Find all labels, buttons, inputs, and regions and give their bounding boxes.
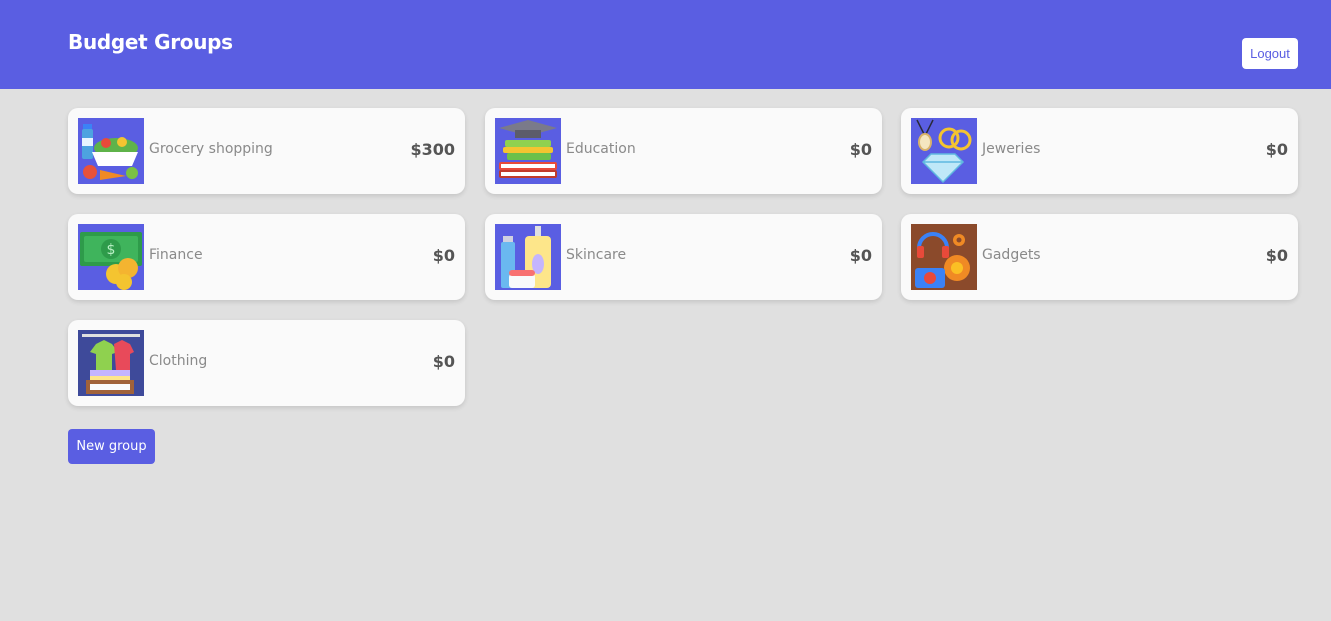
- finance-icon: $: [78, 224, 144, 290]
- group-amount: $0: [1265, 246, 1288, 265]
- group-amount: $0: [432, 352, 455, 371]
- clothing-icon: [78, 330, 144, 396]
- skincare-icon: [495, 224, 561, 290]
- gadgets-icon: [911, 224, 977, 290]
- group-amount: $0: [849, 140, 872, 159]
- jewelry-icon: [911, 118, 977, 184]
- group-card-jeweries[interactable]: Jeweries $0: [901, 108, 1298, 194]
- group-name: Skincare: [566, 247, 627, 263]
- group-amount: $0: [1265, 140, 1288, 159]
- app-header: Budget Groups Logout: [0, 0, 1331, 89]
- group-name: Clothing: [149, 353, 208, 369]
- group-name: Jeweries: [982, 141, 1041, 157]
- logout-button[interactable]: Logout: [1242, 38, 1298, 69]
- group-card-grocery[interactable]: Grocery shopping $300: [68, 108, 465, 194]
- group-name: Education: [566, 141, 636, 157]
- grocery-icon: [78, 118, 144, 184]
- group-amount: $0: [849, 246, 872, 265]
- group-card-skincare[interactable]: Skincare $0: [485, 214, 882, 300]
- page-title: Budget Groups: [68, 30, 233, 54]
- group-amount: $0: [432, 246, 455, 265]
- group-card-clothing[interactable]: Clothing $0: [68, 320, 465, 406]
- group-card-gadgets[interactable]: Gadgets $0: [901, 214, 1298, 300]
- group-name: Finance: [149, 247, 203, 263]
- svg-text:$: $: [107, 242, 116, 258]
- group-amount: $300: [410, 140, 455, 159]
- group-card-finance[interactable]: $ Finance $0: [68, 214, 465, 300]
- education-icon: [495, 118, 561, 184]
- group-card-education[interactable]: Education $0: [485, 108, 882, 194]
- group-name: Grocery shopping: [149, 141, 273, 157]
- new-group-button[interactable]: New group: [68, 429, 155, 464]
- group-name: Gadgets: [982, 247, 1041, 263]
